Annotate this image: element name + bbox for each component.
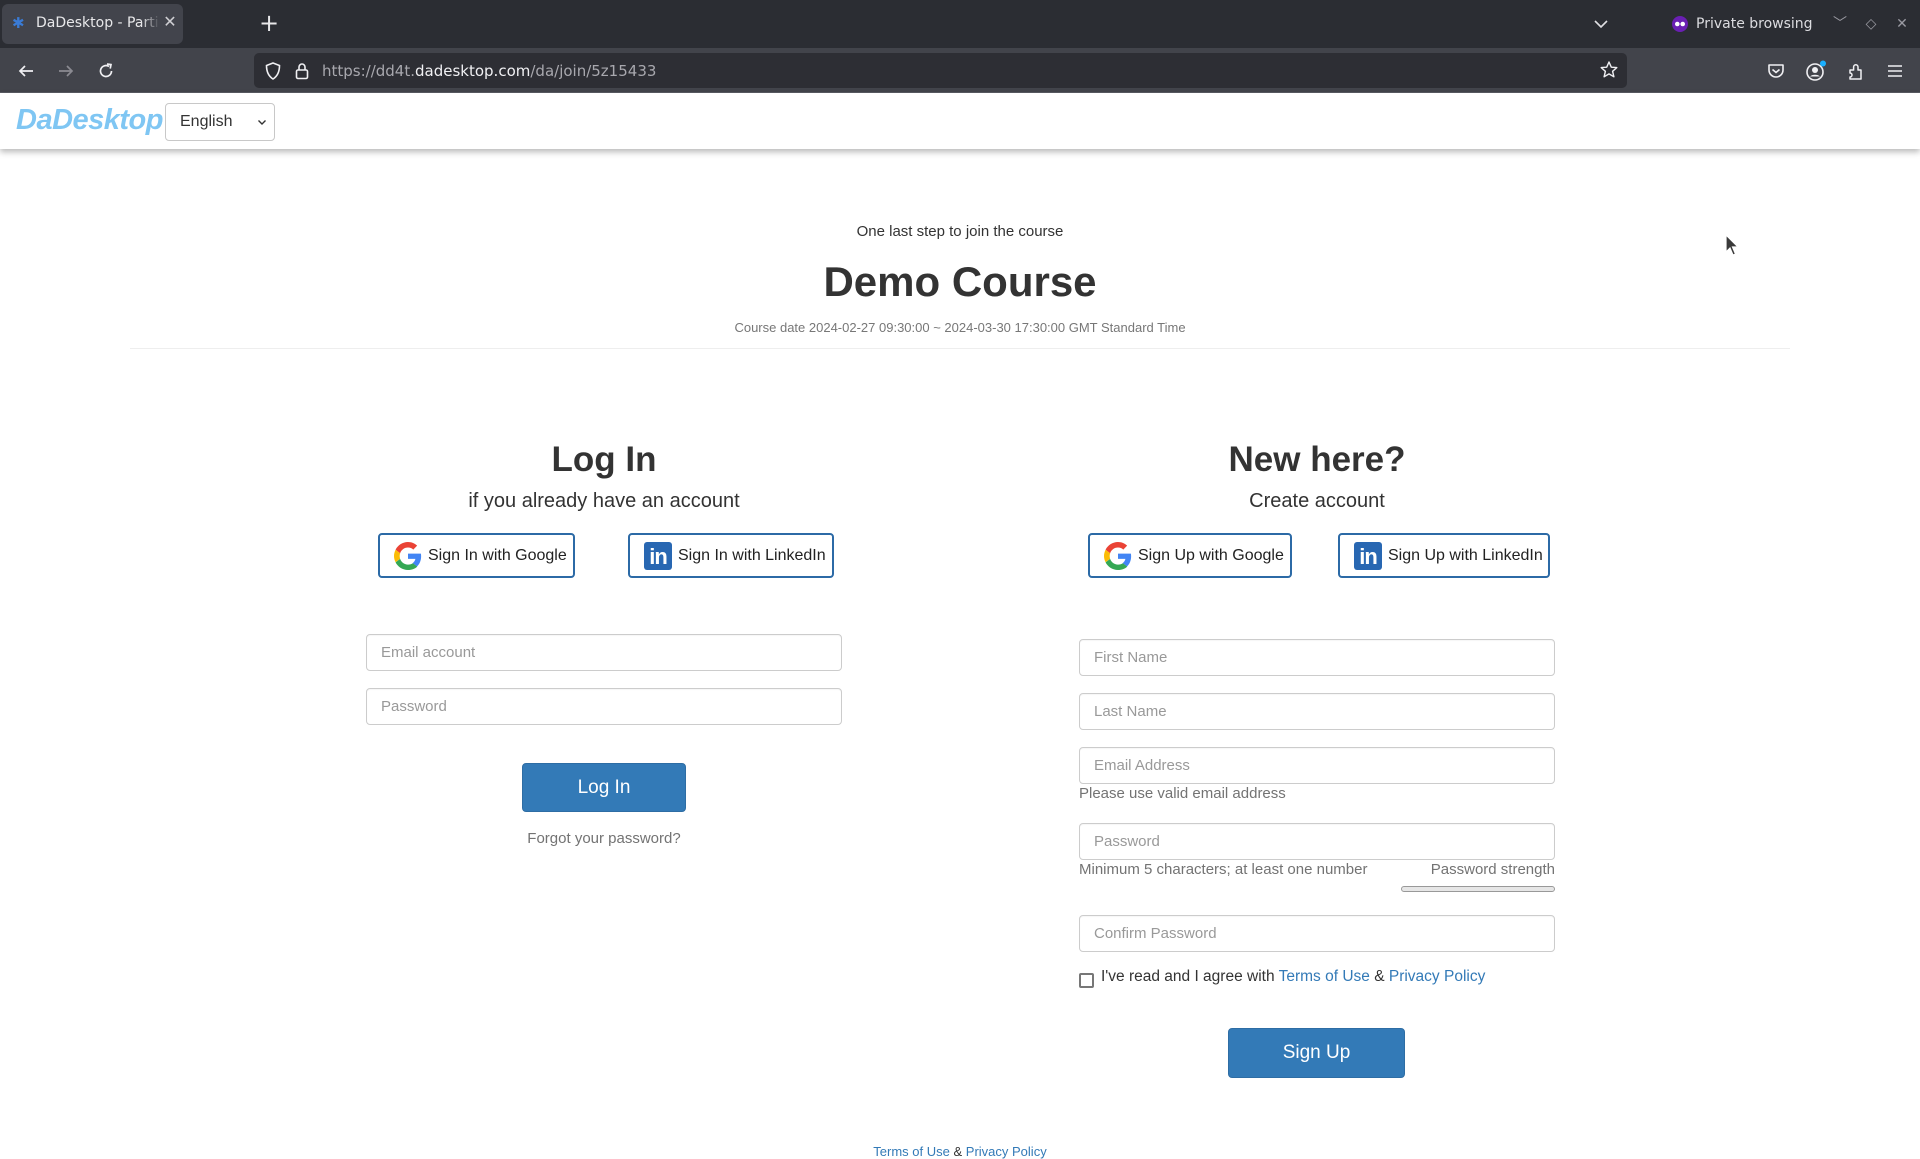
tab-title: DaDesktop - Participant Join bbox=[36, 15, 160, 31]
hamburger-menu-icon bbox=[1888, 65, 1902, 77]
reload-icon bbox=[99, 63, 113, 78]
chevron-down-icon bbox=[1594, 20, 1608, 29]
sign-in-linkedin-label: Sign In with LinkedIn bbox=[678, 546, 826, 564]
extensions-icon bbox=[1849, 64, 1862, 80]
linkedin-logo-icon: in bbox=[1354, 541, 1382, 570]
signup-password-input[interactable] bbox=[1079, 823, 1555, 860]
site-header: DaDesktop English bbox=[0, 93, 1920, 149]
sign-in-linkedin-button[interactable]: in Sign In with LinkedIn bbox=[628, 533, 834, 578]
course-date: Course date 2024-02-27 09:30:00 ~ 2024-0… bbox=[734, 320, 1186, 335]
first-name-input[interactable] bbox=[1079, 639, 1555, 676]
password-hint: Minimum 5 characters; at least one numbe… bbox=[1079, 861, 1368, 878]
private-browsing-indicator: Private browsing bbox=[1672, 12, 1813, 36]
url-text[interactable]: https://dd4t.dadesktop.com/da/join/5z154… bbox=[322, 62, 656, 80]
agree-ampersand: & bbox=[1369, 968, 1389, 985]
bookmark-star-icon[interactable] bbox=[1599, 60, 1619, 80]
sign-up-google-button[interactable]: Sign Up with Google bbox=[1088, 533, 1292, 578]
close-window-icon[interactable]: ✕ bbox=[1892, 14, 1912, 34]
pocket-icon bbox=[1768, 64, 1784, 78]
log-in-button[interactable]: Log In bbox=[522, 763, 686, 812]
signup-subheading: Create account bbox=[1249, 490, 1385, 512]
sign-up-linkedin-label: Sign Up with LinkedIn bbox=[1388, 546, 1543, 564]
linkedin-logo-icon: in bbox=[644, 541, 672, 570]
signup-heading: New here? bbox=[1228, 440, 1406, 479]
arrow-right-icon bbox=[59, 65, 74, 77]
join-step-text: One last step to join the course bbox=[856, 223, 1064, 240]
list-all-tabs-button[interactable] bbox=[1590, 14, 1612, 34]
course-title: Demo Course bbox=[823, 258, 1097, 305]
back-button[interactable] bbox=[13, 58, 39, 84]
maximize-icon[interactable]: ◇ bbox=[1861, 14, 1881, 34]
signup-email-input[interactable] bbox=[1079, 747, 1555, 784]
minimize-icon[interactable]: ﹀ bbox=[1830, 14, 1850, 34]
tracking-protection-shield-icon[interactable] bbox=[264, 61, 282, 81]
sign-up-linkedin-button[interactable]: in Sign Up with LinkedIn bbox=[1338, 533, 1550, 578]
confirm-password-input[interactable] bbox=[1079, 915, 1555, 952]
arrow-left-icon bbox=[18, 65, 33, 77]
url-bar[interactable]: https://dd4t.dadesktop.com/da/join/5z154… bbox=[254, 53, 1627, 88]
privacy-policy-link[interactable]: Privacy Policy bbox=[1389, 968, 1485, 985]
google-logo-icon bbox=[1104, 541, 1132, 570]
login-heading: Log In bbox=[551, 440, 657, 479]
terms-of-use-link[interactable]: Terms of Use bbox=[1279, 968, 1370, 985]
chevron-down-icon bbox=[258, 120, 266, 125]
mouse-cursor-icon bbox=[1725, 234, 1740, 256]
close-tab-icon[interactable]: ✕ bbox=[162, 14, 178, 32]
account-button[interactable] bbox=[1803, 58, 1829, 84]
language-select[interactable]: English bbox=[165, 103, 275, 141]
extensions-button[interactable] bbox=[1843, 58, 1869, 84]
reload-button[interactable] bbox=[93, 58, 119, 84]
pocket-button[interactable] bbox=[1763, 58, 1789, 84]
account-icon bbox=[1806, 60, 1826, 81]
new-tab-button[interactable]: + bbox=[258, 10, 280, 36]
private-mask-icon bbox=[1672, 16, 1688, 32]
email-hint: Please use valid email address bbox=[1079, 785, 1286, 802]
login-password-input[interactable] bbox=[366, 688, 842, 725]
lock-icon[interactable] bbox=[294, 61, 310, 81]
browser-tab-bar: ✱ DaDesktop - Participant Join ✕ + Priva… bbox=[0, 0, 1920, 48]
dadesktop-logo[interactable]: DaDesktop bbox=[16, 104, 164, 137]
sign-in-google-button[interactable]: Sign In with Google bbox=[378, 533, 575, 578]
last-name-input[interactable] bbox=[1079, 693, 1555, 730]
app-menu-button[interactable] bbox=[1882, 58, 1908, 84]
password-strength-meter bbox=[1401, 886, 1555, 892]
private-browsing-label: Private browsing bbox=[1696, 16, 1813, 32]
forgot-password-link[interactable]: Forgot your password? bbox=[304, 830, 904, 847]
browser-tab[interactable]: ✱ DaDesktop - Participant Join ✕ bbox=[2, 4, 183, 44]
sign-in-google-label: Sign In with Google bbox=[428, 546, 567, 564]
sign-up-google-label: Sign Up with Google bbox=[1138, 546, 1284, 564]
agree-terms-text: I've read and I agree with Terms of Use … bbox=[1101, 968, 1485, 986]
password-strength-label: Password strength bbox=[1430, 861, 1555, 878]
dadesktop-favicon-icon: ✱ bbox=[12, 15, 25, 32]
agree-terms-checkbox[interactable] bbox=[1079, 973, 1094, 988]
sign-up-button[interactable]: Sign Up bbox=[1228, 1028, 1405, 1078]
browser-nav-bar: https://dd4t.dadesktop.com/da/join/5z154… bbox=[0, 48, 1920, 93]
language-selected-value: English bbox=[180, 113, 233, 130]
agree-prefix: I've read and I agree with bbox=[1101, 968, 1279, 985]
divider bbox=[130, 348, 1790, 349]
google-logo-icon bbox=[394, 541, 422, 570]
login-email-input[interactable] bbox=[366, 634, 842, 671]
login-subheading: if you already have an account bbox=[468, 490, 740, 512]
forward-button[interactable] bbox=[53, 58, 79, 84]
